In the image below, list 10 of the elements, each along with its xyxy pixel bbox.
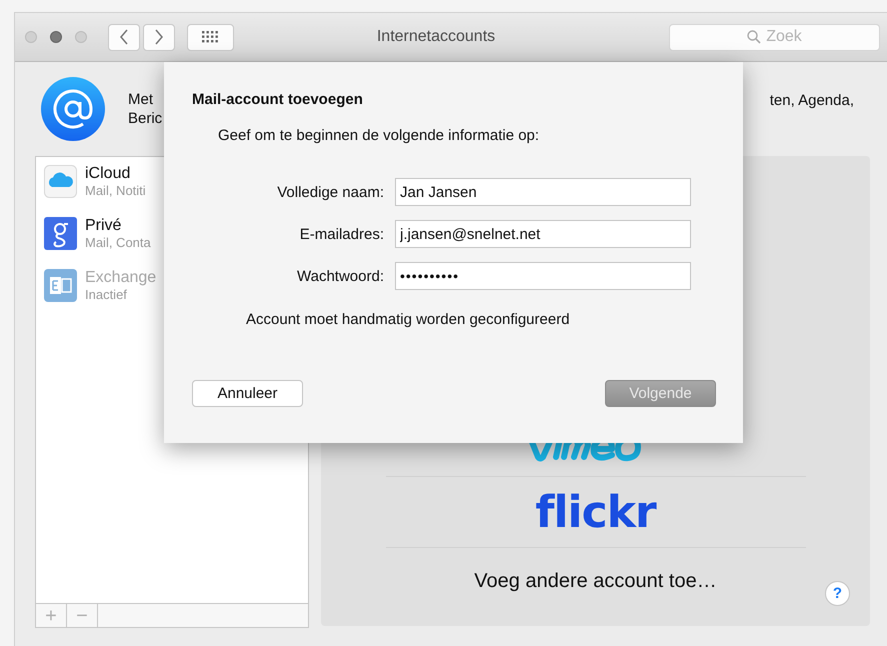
field-label: Volledige naam: [276,184,384,200]
field-label: Wachtwoord: [296,268,384,284]
description-text: Met [128,90,154,109]
sheet-title: Mail-account toevoegen [192,91,364,108]
field-label: E-mailadres: [298,226,384,242]
instruction-text: Geef om te beginnen de volgende informatie op: [218,127,540,144]
status-text: Account moet handmatig worden geconfigureerd [246,311,571,328]
description-text: Beric [128,109,162,128]
window-title: Internetaccounts [376,28,496,46]
description-text: ten, Agenda, [770,92,854,109]
